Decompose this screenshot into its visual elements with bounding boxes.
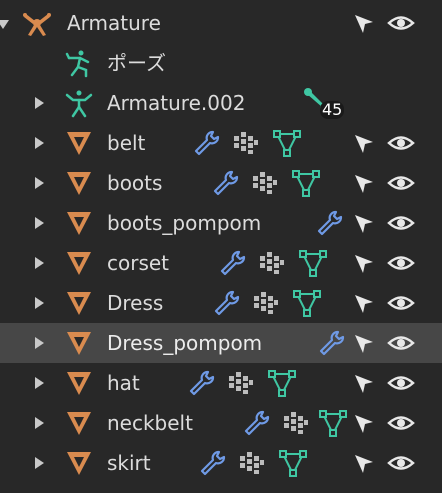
select-arrow-icon[interactable]: [352, 252, 376, 276]
select-arrow-icon[interactable]: [352, 172, 376, 196]
mesh-object-icon: [64, 408, 94, 438]
mesh-object-icon: [64, 328, 94, 358]
mesh-data-icon[interactable]: [298, 248, 328, 278]
outliner-row-dress[interactable]: Dress: [0, 283, 442, 323]
wrench-icon[interactable]: [316, 209, 344, 237]
wrench-icon[interactable]: [318, 329, 346, 357]
expand-toggle[interactable]: [35, 97, 44, 109]
pose-icon: [64, 48, 94, 78]
mesh-object-icon: [64, 208, 94, 238]
wrench-icon[interactable]: [188, 369, 216, 397]
vertex-groups-icon[interactable]: [252, 171, 278, 195]
expand-toggle[interactable]: [35, 297, 44, 309]
mesh-object-icon: [64, 288, 94, 318]
outliner-panel: Armature ポーズ Armature.002 45 belt boots …: [0, 0, 442, 493]
vertex-groups-icon[interactable]: [259, 251, 285, 275]
mesh-data-icon[interactable]: [291, 168, 321, 198]
select-arrow-icon[interactable]: [352, 332, 376, 356]
eye-icon[interactable]: [387, 371, 415, 395]
expand-toggle[interactable]: [0, 20, 9, 29]
row-label: corset: [107, 251, 170, 275]
mesh-data-icon[interactable]: [272, 128, 302, 158]
eye-icon[interactable]: [387, 451, 415, 475]
row-label: hat: [107, 371, 140, 395]
mesh-data-icon[interactable]: [278, 448, 308, 478]
select-arrow-icon[interactable]: [352, 132, 376, 156]
wrench-icon[interactable]: [243, 409, 271, 437]
expand-toggle[interactable]: [35, 337, 44, 349]
select-arrow-icon[interactable]: [352, 212, 376, 236]
expand-toggle[interactable]: [35, 137, 44, 149]
bone-count-badge: 45: [320, 100, 345, 119]
wrench-icon[interactable]: [219, 249, 247, 277]
wrench-icon[interactable]: [199, 449, 227, 477]
vertex-groups-icon[interactable]: [283, 411, 309, 435]
row-label: Armature.002: [107, 91, 246, 115]
select-arrow-icon[interactable]: [352, 412, 376, 436]
vertex-groups-icon[interactable]: [253, 291, 279, 315]
mesh-object-icon: [64, 128, 94, 158]
mesh-data-icon[interactable]: [267, 368, 297, 398]
expand-toggle[interactable]: [35, 417, 44, 429]
mesh-data-icon[interactable]: [292, 288, 322, 318]
wrench-icon[interactable]: [213, 289, 241, 317]
armature-icon: [22, 8, 52, 38]
outliner-row-neckbelt[interactable]: neckbelt: [0, 403, 442, 443]
row-label: Dress: [107, 291, 164, 315]
vertex-groups-icon[interactable]: [239, 451, 265, 475]
outliner-row-armature-002[interactable]: Armature.002: [0, 83, 442, 123]
row-label: ポーズ: [107, 51, 166, 75]
eye-icon[interactable]: [387, 171, 415, 195]
wrench-icon[interactable]: [212, 169, 240, 197]
outliner-row-boots[interactable]: boots: [0, 163, 442, 203]
eye-icon[interactable]: [387, 251, 415, 275]
expand-toggle[interactable]: [35, 457, 44, 469]
select-arrow-icon[interactable]: [352, 12, 376, 36]
mesh-object-icon: [64, 168, 94, 198]
outliner-row-boots-pompom[interactable]: boots_pompom: [0, 203, 442, 243]
row-label: Dress_pompom: [107, 331, 263, 355]
expand-toggle[interactable]: [35, 377, 44, 389]
outliner-row-pose[interactable]: ポーズ: [0, 43, 442, 83]
mesh-data-icon[interactable]: [318, 408, 348, 438]
eye-icon[interactable]: [387, 291, 415, 315]
expand-toggle[interactable]: [35, 177, 44, 189]
outliner-row-hat[interactable]: hat: [0, 363, 442, 403]
outliner-row-belt[interactable]: belt: [0, 123, 442, 163]
select-arrow-icon[interactable]: [352, 292, 376, 316]
wrench-icon[interactable]: [193, 129, 221, 157]
eye-icon[interactable]: [387, 131, 415, 155]
outliner-row-corset[interactable]: corset: [0, 243, 442, 283]
row-label: skirt: [107, 451, 151, 475]
eye-icon[interactable]: [387, 11, 415, 35]
mesh-object-icon: [64, 368, 94, 398]
row-label: Armature: [67, 11, 161, 35]
row-label: boots: [107, 171, 163, 195]
eye-icon[interactable]: [387, 411, 415, 435]
mesh-object-icon: [64, 248, 94, 278]
vertex-groups-icon[interactable]: [233, 131, 259, 155]
select-arrow-icon[interactable]: [352, 372, 376, 396]
expand-toggle[interactable]: [35, 257, 44, 269]
row-label: neckbelt: [107, 411, 193, 435]
outliner-row-dress-pompom[interactable]: Dress_pompom: [0, 323, 442, 363]
expand-toggle[interactable]: [35, 217, 44, 229]
vertex-groups-icon[interactable]: [228, 371, 254, 395]
armature-object-icon: [64, 88, 94, 118]
row-label: belt: [107, 131, 146, 155]
mesh-object-icon: [64, 448, 94, 478]
outliner-row-skirt[interactable]: skirt: [0, 443, 442, 483]
select-arrow-icon[interactable]: [352, 452, 376, 476]
eye-icon[interactable]: [387, 211, 415, 235]
eye-icon[interactable]: [387, 331, 415, 355]
outliner-row-armature[interactable]: Armature: [0, 3, 442, 43]
row-label: boots_pompom: [107, 211, 262, 235]
